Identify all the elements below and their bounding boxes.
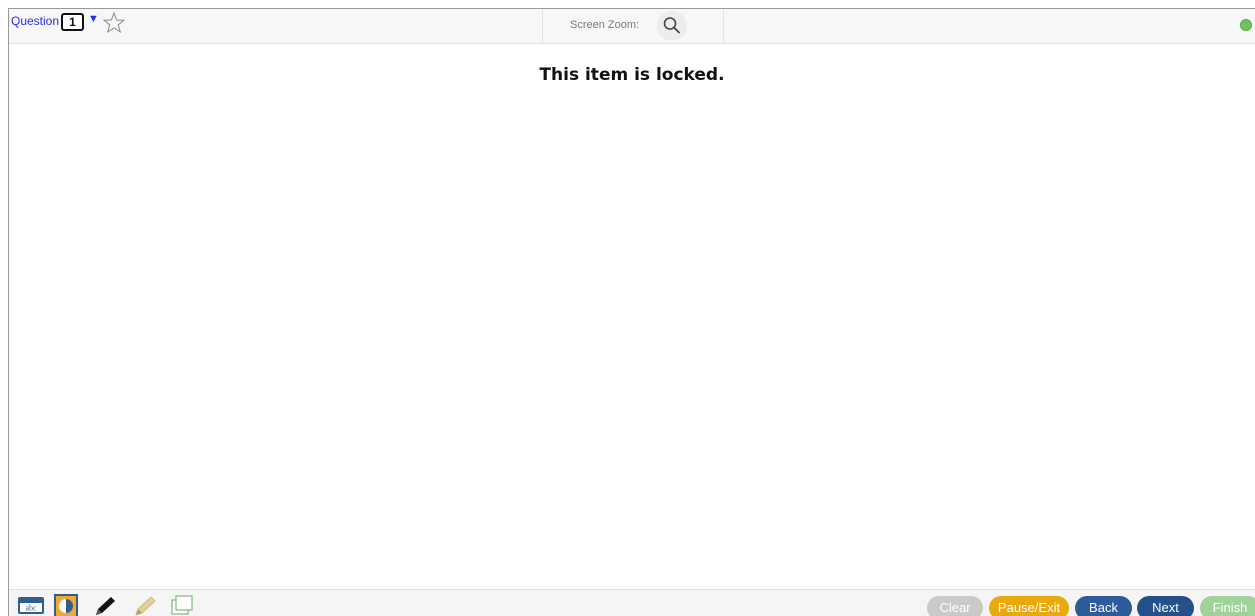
screen-zoom-label: Screen Zoom:	[570, 19, 640, 31]
connection-status-dot	[1240, 19, 1252, 31]
screen-zoom-section: Screen Zoom:	[542, 9, 724, 44]
clear-button[interactable]: Clear	[927, 596, 983, 616]
contrast-icon[interactable]	[54, 594, 78, 616]
line-reader-icon[interactable]: abc	[17, 594, 45, 616]
zoom-button[interactable]	[657, 11, 687, 41]
test-window: Question 1 ▼ Screen Zoom: This item is l…	[8, 8, 1255, 616]
star-icon[interactable]	[102, 11, 126, 35]
pen-icon[interactable]	[91, 594, 119, 616]
line-reader-label: abc	[25, 604, 37, 613]
locked-item-message: This item is locked.	[539, 65, 725, 85]
finish-button[interactable]: Finish	[1200, 596, 1255, 616]
highlighter-icon[interactable]	[130, 594, 158, 616]
pause-exit-button[interactable]: Pause/Exit	[989, 596, 1069, 616]
question-dropdown-caret-icon[interactable]: ▼	[88, 13, 99, 25]
notepad-icon[interactable]	[169, 594, 195, 616]
bottom-toolbar: abc Clear Pause/Exit Back Next Finish	[9, 589, 1255, 616]
top-toolbar: Question 1 ▼ Screen Zoom:	[9, 9, 1255, 44]
question-label[interactable]: Question	[11, 14, 59, 28]
question-number-selector[interactable]: 1	[61, 13, 84, 31]
back-button[interactable]: Back	[1075, 596, 1132, 616]
magnifier-icon	[663, 17, 680, 34]
next-button[interactable]: Next	[1137, 596, 1194, 616]
